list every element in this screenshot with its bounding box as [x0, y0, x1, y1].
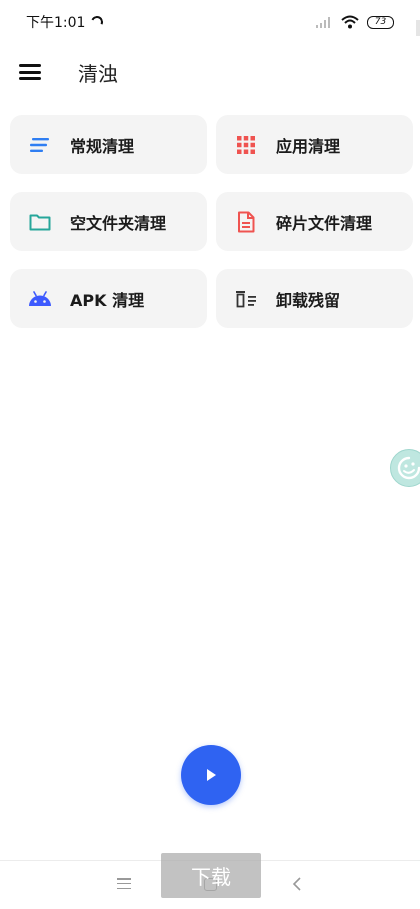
android-icon	[28, 287, 52, 311]
download-button[interactable]: 下载	[161, 853, 261, 898]
floating-assistant-bubble[interactable]	[390, 449, 420, 487]
card-empty-folder-clean[interactable]: 空文件夹清理	[10, 192, 207, 251]
wifi-icon	[341, 15, 359, 29]
folder-icon	[28, 210, 52, 234]
hamburger-icon	[19, 64, 41, 80]
card-label: 常规清理	[70, 136, 135, 156]
status-icons: 73	[315, 15, 394, 29]
chevron-left-icon	[292, 877, 301, 891]
assistant-face-icon	[397, 456, 420, 480]
card-apk-clean[interactable]: APK 清理	[10, 269, 207, 328]
edge-indicator	[416, 20, 420, 36]
card-app-clean[interactable]: 应用清理	[216, 115, 413, 174]
card-label: 碎片文件清理	[276, 213, 373, 233]
battery-indicator: 73	[367, 15, 394, 29]
card-label: 空文件夹清理	[70, 213, 167, 233]
trash-list-icon	[234, 287, 258, 311]
cleanup-options-grid: 常规清理 应用清理 空文件夹清理 碎片文件清理 APK 清理 卸载残留	[10, 115, 413, 328]
card-label: APK 清理	[70, 290, 145, 310]
status-time: 下午1:01	[26, 15, 86, 31]
page-title: 清浊	[78, 61, 118, 86]
app-header: 清浊	[0, 44, 420, 100]
card-regular-clean[interactable]: 常规清理	[10, 115, 207, 174]
menu-button[interactable]	[0, 44, 60, 100]
lines-icon	[28, 133, 52, 157]
card-label: 应用清理	[276, 136, 341, 156]
start-clean-button[interactable]	[181, 745, 241, 805]
card-label: 卸载残留	[276, 290, 341, 310]
signal-icon	[315, 16, 333, 28]
recent-apps-button[interactable]	[117, 878, 131, 889]
card-fragment-file-clean[interactable]: 碎片文件清理	[216, 192, 413, 251]
status-time-group: 下午1:01	[26, 12, 106, 32]
card-uninstall-residue[interactable]: 卸载残留	[216, 269, 413, 328]
grid-icon	[234, 133, 258, 157]
back-button[interactable]	[292, 876, 302, 896]
status-bar: 下午1:01 73	[0, 0, 420, 44]
play-icon	[207, 769, 216, 781]
moon-icon	[89, 14, 106, 30]
document-icon	[234, 210, 258, 234]
